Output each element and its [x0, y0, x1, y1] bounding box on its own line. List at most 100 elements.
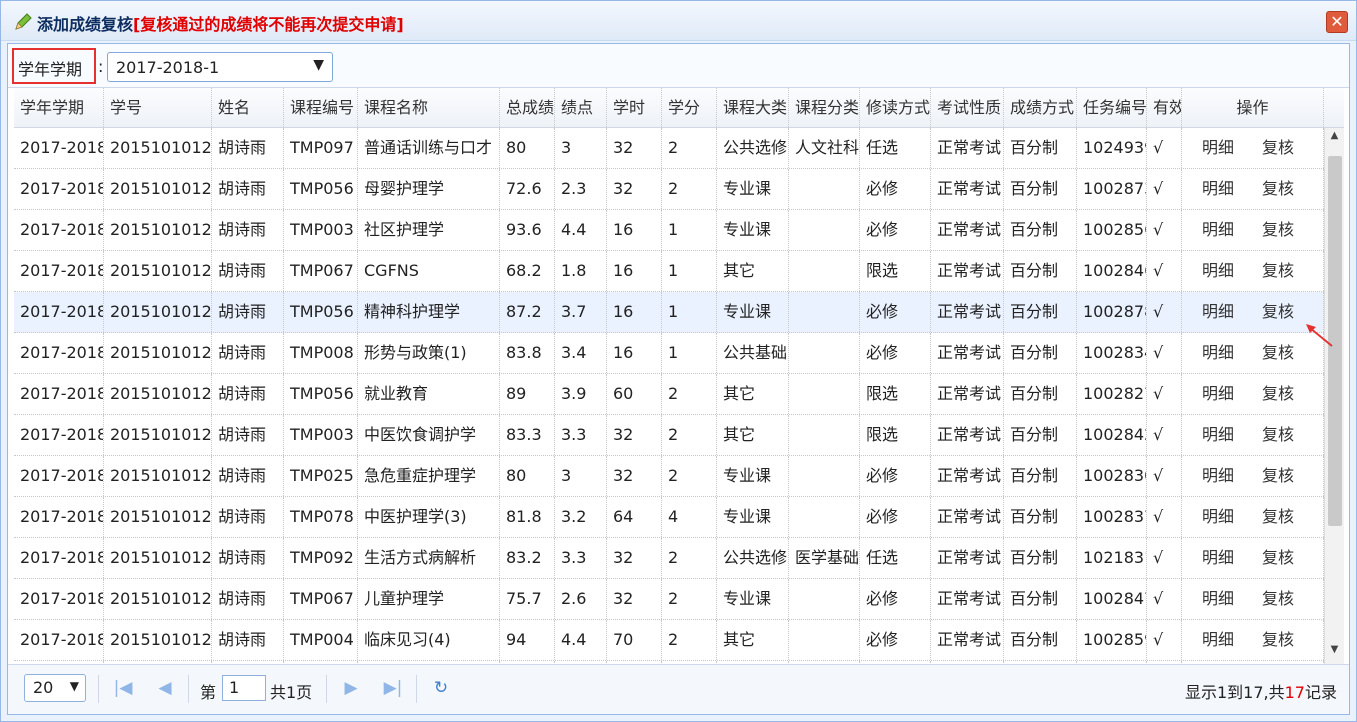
pager-divider	[416, 675, 417, 703]
table-row[interactable]: 2017-2018 2015101012 胡诗雨 TMP003 中医饮食调护学 83.3 3…	[14, 415, 1324, 456]
cell-course-name: 母婴护理学	[358, 169, 500, 209]
cell-student-id: 2015101012	[104, 292, 212, 332]
column-header-study-mode[interactable]: 修读方式	[860, 88, 931, 127]
column-header-task-id[interactable]: 任务编号	[1077, 88, 1147, 127]
column-header-grade-point[interactable]: 绩点	[555, 88, 607, 127]
close-button[interactable]: ✕	[1326, 11, 1348, 33]
review-link[interactable]: 复核	[1262, 579, 1294, 619]
table-row[interactable]: 2017-2018 2015101012 胡诗雨 TMP003 社区护理学 93.6 4.4…	[14, 210, 1324, 251]
first-page-icon[interactable]: |◀	[112, 677, 134, 699]
cell-course-type: 人文社科	[789, 128, 860, 168]
detail-link[interactable]: 明细	[1202, 620, 1234, 660]
next-page-icon[interactable]: ▶	[340, 677, 362, 699]
table-row[interactable]: 2017-2018 2015101012 胡诗雨 TMP056 母婴护理学 72.6 2.3…	[14, 169, 1324, 210]
detail-link[interactable]: 明细	[1202, 169, 1234, 209]
review-link[interactable]: 复核	[1262, 374, 1294, 414]
cell-name: 胡诗雨	[212, 415, 284, 455]
review-link[interactable]: 复核	[1262, 333, 1294, 373]
cell-task-id: 1002830	[1077, 456, 1147, 496]
column-header-course-name[interactable]: 课程名称	[358, 88, 500, 127]
table-row[interactable]: 2017-2018 2015101012 胡诗雨 TMP078 中医护理学(3) 81.8…	[14, 497, 1324, 538]
table-row[interactable]: 2017-2018 2015101012 胡诗雨 TMP008 形势与政策(1) 83.8…	[14, 333, 1324, 374]
table-row[interactable]: 2017-2018 2015101012 胡诗雨 TMP004 临床见习(4) 94 4.4…	[14, 620, 1324, 661]
review-link[interactable]: 复核	[1262, 538, 1294, 578]
column-header-total-score[interactable]: 总成绩	[500, 88, 555, 127]
cell-study-mode: 必修	[860, 497, 931, 537]
refresh-icon[interactable]: ↻	[430, 677, 452, 699]
detail-link[interactable]: 明细	[1202, 579, 1234, 619]
cell-term: 2017-2018	[14, 292, 104, 332]
detail-link[interactable]: 明细	[1202, 538, 1234, 578]
cell-course-category: 其它	[717, 620, 789, 660]
column-header-course-type[interactable]: 课程分类	[789, 88, 860, 127]
review-link[interactable]: 复核	[1262, 251, 1294, 291]
review-link[interactable]: 复核	[1262, 169, 1294, 209]
detail-link[interactable]: 明细	[1202, 292, 1234, 332]
cell-exam-type: 正常考试	[931, 292, 1004, 332]
detail-link[interactable]: 明细	[1202, 210, 1234, 250]
cell-total-score: 87.2	[500, 292, 555, 332]
cell-name: 胡诗雨	[212, 169, 284, 209]
pager-divider	[98, 675, 99, 703]
page-number-input[interactable]: 1	[222, 675, 266, 701]
column-header-course-code[interactable]: 课程编号	[284, 88, 358, 127]
detail-link[interactable]: 明细	[1202, 415, 1234, 455]
table-row[interactable]: 2017-2018 2015101012 胡诗雨 TMP056 精神科护理学 87.2 3.…	[14, 292, 1324, 333]
detail-link[interactable]: 明细	[1202, 251, 1234, 291]
column-header-student-id[interactable]: 学号	[104, 88, 212, 127]
review-link[interactable]: 复核	[1262, 128, 1294, 168]
detail-link[interactable]: 明细	[1202, 456, 1234, 496]
cell-name: 胡诗雨	[212, 620, 284, 660]
table-row[interactable]: 2017-2018 2015101012 胡诗雨 TMP025 急危重症护理学 80 3 32…	[14, 456, 1324, 497]
cell-credits: 4	[662, 497, 717, 537]
vertical-scrollbar[interactable]: ▲ ▼	[1324, 128, 1344, 664]
cell-course-category: 公共基础	[717, 333, 789, 373]
detail-link[interactable]: 明细	[1202, 374, 1234, 414]
cell-score-mode: 百分制	[1004, 538, 1077, 578]
column-header-valid[interactable]: 有效	[1147, 88, 1182, 127]
detail-link[interactable]: 明细	[1202, 497, 1234, 537]
cell-student-id: 2015101012	[104, 620, 212, 660]
filter-toolbar: 学年学期 : 2017-2018-1 ▼	[8, 44, 1349, 88]
column-header-course-category[interactable]: 课程大类	[717, 88, 789, 127]
column-header-term[interactable]: 学年学期	[14, 88, 104, 127]
prev-page-icon[interactable]: ◀	[154, 677, 176, 699]
detail-link[interactable]: 明细	[1202, 333, 1234, 373]
column-header-exam-type[interactable]: 考试性质	[931, 88, 1004, 127]
column-header-score-mode[interactable]: 成绩方式	[1004, 88, 1077, 127]
cell-course-name: 形势与政策(1)	[358, 333, 500, 373]
review-link[interactable]: 复核	[1262, 456, 1294, 496]
review-link[interactable]: 复核	[1262, 497, 1294, 537]
cell-name: 胡诗雨	[212, 210, 284, 250]
review-link[interactable]: 复核	[1262, 620, 1294, 660]
cell-actions: 明细 复核	[1182, 497, 1324, 537]
table-row[interactable]: 2017-2018 2015101012 胡诗雨 TMP067 儿童护理学 75.7 2.6…	[14, 579, 1324, 620]
page-total: 共1页	[270, 683, 313, 702]
review-link[interactable]: 复核	[1262, 210, 1294, 250]
cell-score-mode: 百分制	[1004, 456, 1077, 496]
record-info-prefix: 显示1到17,共	[1184, 683, 1285, 702]
scroll-down-icon[interactable]: ▼	[1325, 644, 1344, 662]
column-header-actions[interactable]: 操作	[1182, 88, 1324, 127]
column-header-name[interactable]: 姓名	[212, 88, 284, 127]
detail-link[interactable]: 明细	[1202, 128, 1234, 168]
cell-actions: 明细 复核	[1182, 251, 1324, 291]
page-size-select[interactable]: 20 ▼	[24, 674, 86, 702]
review-link[interactable]: 复核	[1262, 292, 1294, 332]
table-row[interactable]: 2017-2018 2015101012 胡诗雨 TMP097 普通话训练与口才 80 3 3…	[14, 128, 1324, 169]
table-row[interactable]: 2017-2018 2015101012 胡诗雨 TMP092 生活方式病解析 83.2 3…	[14, 538, 1324, 579]
scroll-thumb[interactable]	[1328, 156, 1342, 526]
cell-total-score: 93.6	[500, 210, 555, 250]
table-row[interactable]: 2017-2018 2015101012 胡诗雨 TMP056 就业教育 89 3.9 60 2…	[14, 374, 1324, 415]
column-header-hours[interactable]: 学时	[607, 88, 662, 127]
review-link[interactable]: 复核	[1262, 415, 1294, 455]
column-header-credits[interactable]: 学分	[662, 88, 717, 127]
table-row[interactable]: 2017-2018 2015101012 胡诗雨 TMP067 CGFNS 68.2 1.8…	[14, 251, 1324, 292]
term-select[interactable]: 2017-2018-1 ▼	[107, 52, 333, 82]
cell-actions: 明细 复核	[1182, 538, 1324, 578]
cell-total-score: 80	[500, 456, 555, 496]
cell-student-id: 2015101012	[104, 579, 212, 619]
scroll-up-icon[interactable]: ▲	[1325, 130, 1344, 148]
last-page-icon[interactable]: ▶|	[382, 677, 404, 699]
cell-task-id: 1002842	[1077, 415, 1147, 455]
